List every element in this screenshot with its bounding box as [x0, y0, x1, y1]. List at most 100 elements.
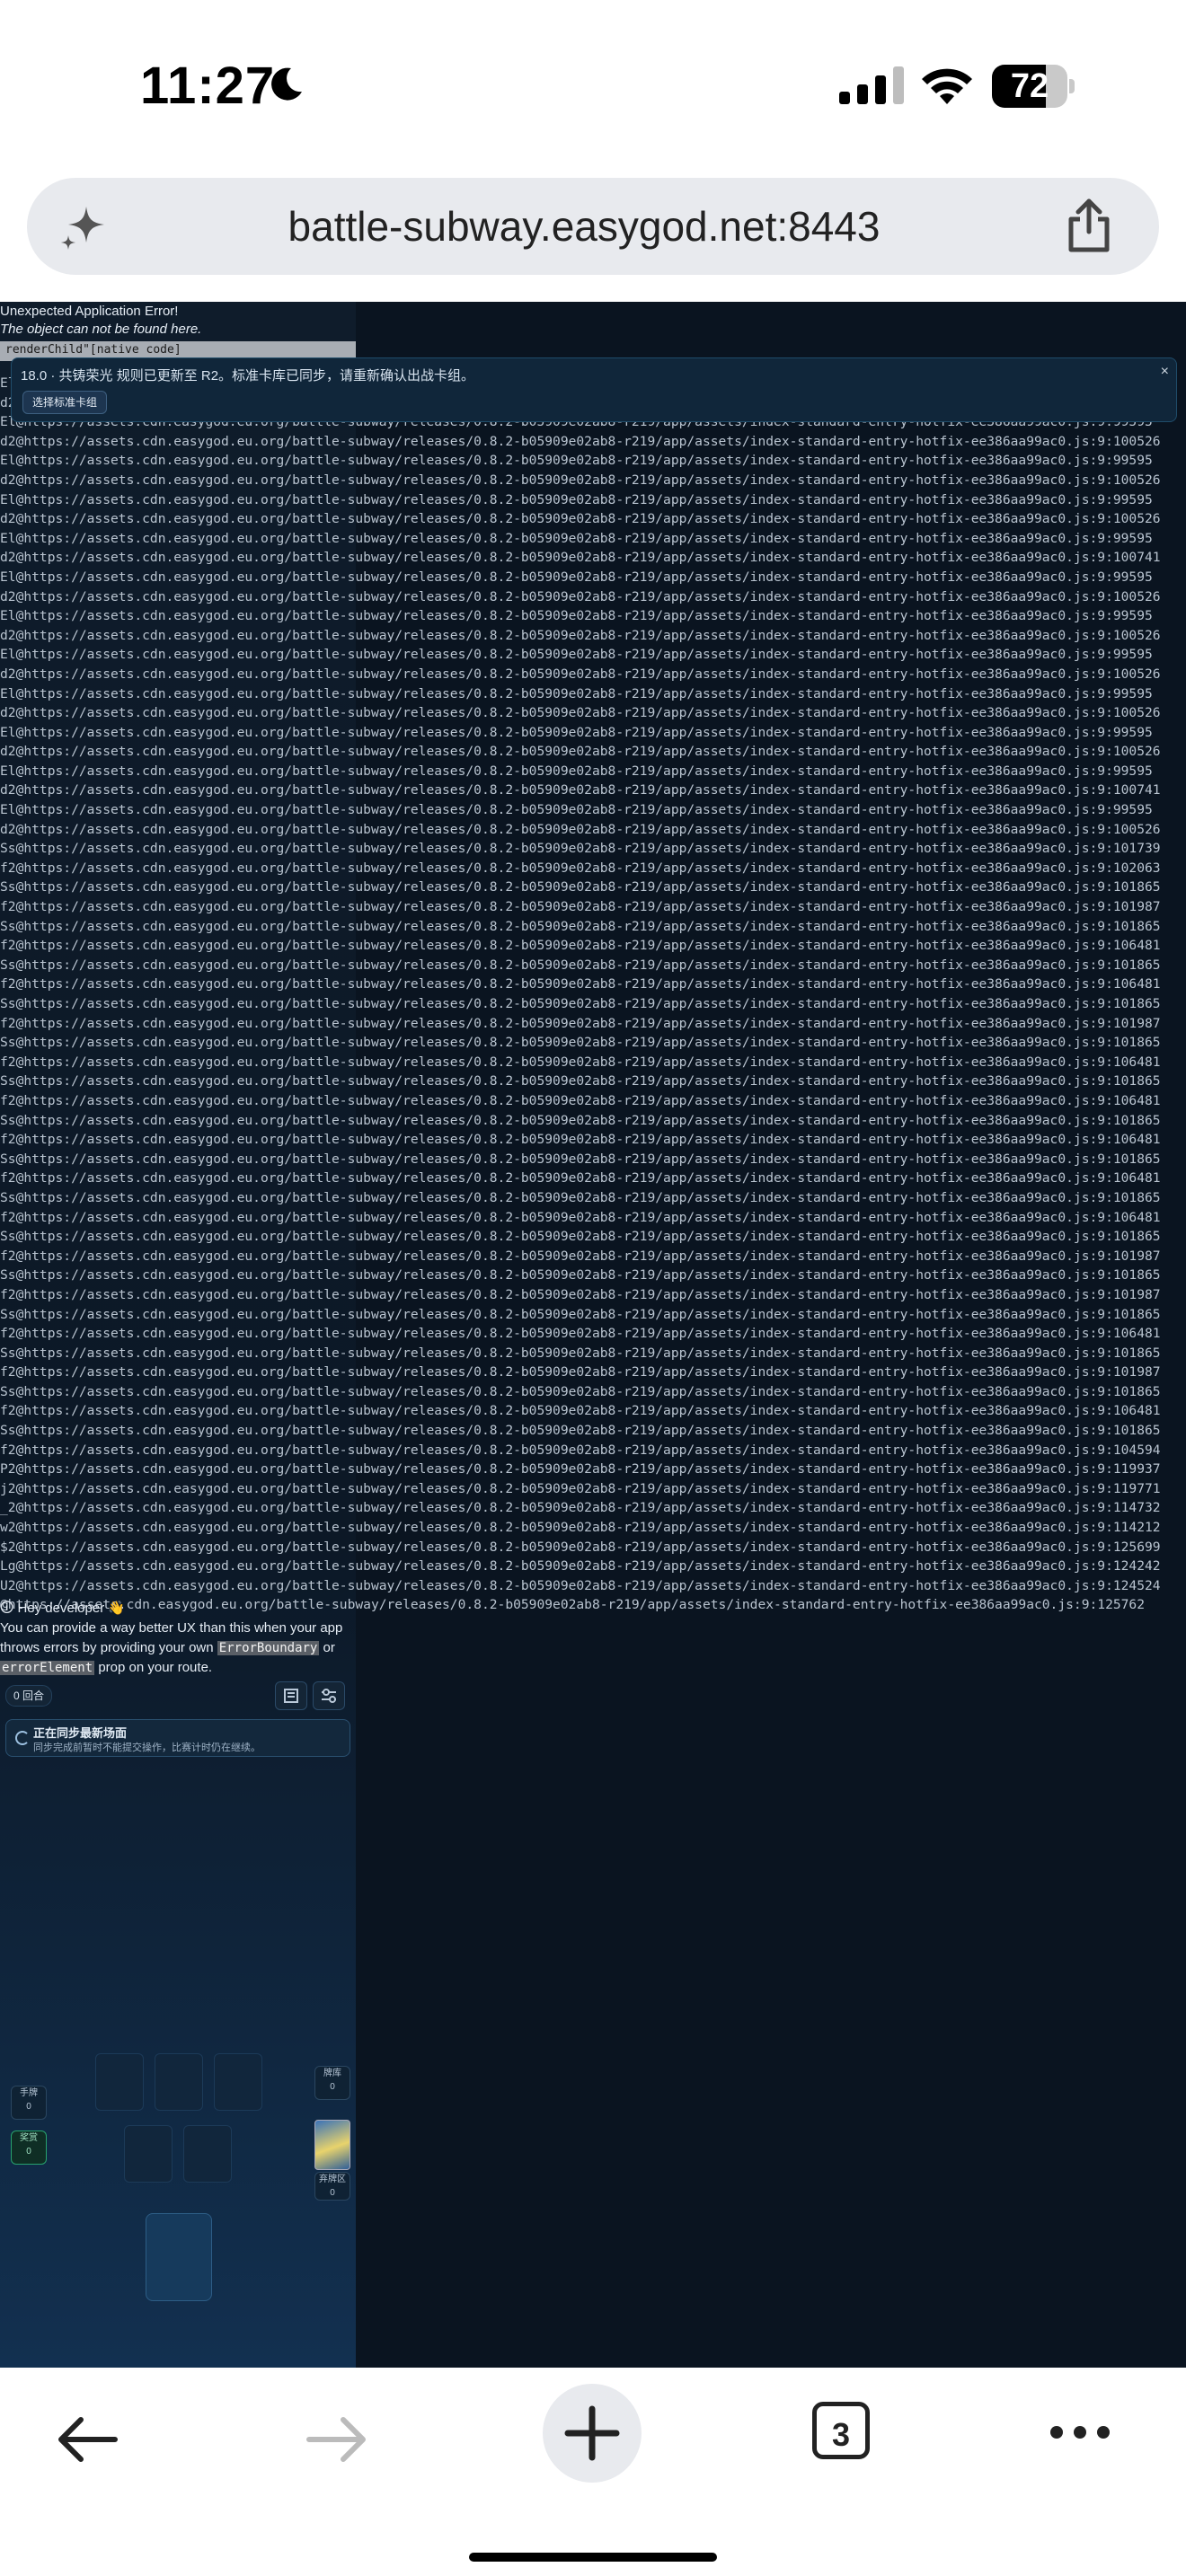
stack-line: f2@https://assets.cdn.easygod.eu.org/bat…	[0, 1170, 1161, 1187]
wifi-icon	[922, 68, 972, 104]
banner-text: 18.0 · 共铸荣光 规则已更新至 R2。标准卡库已同步，请重新确认出战卡组。	[21, 368, 475, 384]
bench-slot[interactable]	[183, 2125, 232, 2183]
new-tab-button[interactable]	[543, 2384, 642, 2483]
error-stack-trace: El@https://assets.cdn.easygod.eu.org/bat…	[0, 374, 1186, 1615]
round-chip: 0 回合	[5, 1685, 53, 1707]
stack-line: d2@https://assets.cdn.easygod.eu.org/bat…	[0, 627, 1161, 643]
discard-top-card[interactable]	[314, 2120, 350, 2170]
stack-line: f2@https://assets.cdn.easygod.eu.org/bat…	[0, 1015, 1161, 1031]
stack-line: Ss@https://assets.cdn.easygod.eu.org/bat…	[0, 1229, 1161, 1245]
stack-line: El@https://assets.cdn.easygod.eu.org/bat…	[0, 685, 1153, 701]
stack-line: d2@https://assets.cdn.easygod.eu.org/bat…	[0, 744, 1161, 760]
stack-line: f2@https://assets.cdn.easygod.eu.org/bat…	[0, 1209, 1161, 1225]
stack-line: f2@https://assets.cdn.easygod.eu.org/bat…	[0, 1054, 1161, 1070]
status-bar: 11:27 72	[0, 0, 1186, 171]
moon-icon	[271, 67, 302, 101]
stack-line: Ss@https://assets.cdn.easygod.eu.org/bat…	[0, 1112, 1161, 1128]
stack-line: _2@https://assets.cdn.easygod.eu.org/bat…	[0, 1500, 1161, 1516]
bench-slot[interactable]	[214, 2053, 262, 2111]
stack-line: f2@https://assets.cdn.easygod.eu.org/bat…	[0, 1132, 1161, 1148]
stack-line: El@https://assets.cdn.easygod.eu.org/bat…	[0, 802, 1153, 818]
stack-line: f2@https://assets.cdn.easygod.eu.org/bat…	[0, 1442, 1161, 1458]
error-message: The object can not be found here.	[0, 322, 202, 337]
stack-line: El@https://assets.cdn.easygod.eu.org/bat…	[0, 647, 1153, 663]
rules-update-banner: 18.0 · 共铸荣光 规则已更新至 R2。标准卡库已同步，请重新确认出战卡组。…	[11, 357, 1177, 422]
select-standard-deck-button[interactable]: 选择标准卡组	[22, 391, 108, 414]
stack-line: Lg@https://assets.cdn.easygod.eu.org/bat…	[0, 1558, 1161, 1575]
stack-line: Ss@https://assets.cdn.easygod.eu.org/bat…	[0, 957, 1161, 973]
stack-line: Ss@https://assets.cdn.easygod.eu.org/bat…	[0, 1189, 1161, 1205]
battery-level: 72	[1010, 67, 1049, 105]
stack-line: Ss@https://assets.cdn.easygod.eu.org/bat…	[0, 1345, 1161, 1361]
stack-line: Ss@https://assets.cdn.easygod.eu.org/bat…	[0, 879, 1161, 895]
deck-counter[interactable]: 牌库 0	[314, 2066, 350, 2100]
stack-line: f2@https://assets.cdn.easygod.eu.org/bat…	[0, 938, 1161, 954]
stack-line: d2@https://assets.cdn.easygod.eu.org/bat…	[0, 588, 1161, 604]
tab-switcher-button[interactable]: 3	[812, 2402, 870, 2459]
hand-counter[interactable]: 手牌 0	[11, 2086, 47, 2120]
address-bar[interactable]: battle-subway.easygod.net:8443	[27, 178, 1159, 275]
stack-line: f2@https://assets.cdn.easygod.eu.org/bat…	[0, 899, 1161, 915]
stack-line: f2@https://assets.cdn.easygod.eu.org/bat…	[0, 1248, 1161, 1264]
stack-line: j2@https://assets.cdn.easygod.eu.org/bat…	[0, 1480, 1161, 1496]
stack-line: Ss@https://assets.cdn.easygod.eu.org/bat…	[0, 918, 1161, 934]
stack-line: Ss@https://assets.cdn.easygod.eu.org/bat…	[0, 1383, 1161, 1399]
bench-slot[interactable]	[124, 2125, 173, 2183]
stack-line: d2@https://assets.cdn.easygod.eu.org/bat…	[0, 550, 1161, 566]
stack-line: d2@https://assets.cdn.easygod.eu.org/bat…	[0, 511, 1161, 527]
bench-slot[interactable]	[95, 2053, 144, 2111]
stack-line: d2@https://assets.cdn.easygod.eu.org/bat…	[0, 472, 1161, 488]
stack-line: w2@https://assets.cdn.easygod.eu.org/bat…	[0, 1520, 1161, 1536]
stack-line: Ss@https://assets.cdn.easygod.eu.org/bat…	[0, 1073, 1161, 1090]
developer-note: 🛈 Hey developer 👋 You can provide a way …	[0, 1599, 356, 1678]
stack-line: El@https://assets.cdn.easygod.eu.org/bat…	[0, 608, 1153, 624]
stack-line: Ss@https://assets.cdn.easygod.eu.org/bat…	[0, 841, 1161, 857]
stack-line: d2@https://assets.cdn.easygod.eu.org/bat…	[0, 821, 1161, 837]
stack-line: f2@https://assets.cdn.easygod.eu.org/bat…	[0, 976, 1161, 992]
layout-icon[interactable]	[275, 1681, 307, 1710]
close-icon[interactable]: ×	[1161, 364, 1169, 380]
stack-line: El@https://assets.cdn.easygod.eu.org/bat…	[0, 763, 1153, 779]
stack-line: $2@https://assets.cdn.easygod.eu.org/bat…	[0, 1539, 1161, 1555]
bench-slot[interactable]	[155, 2053, 203, 2111]
stack-line: Ss@https://assets.cdn.easygod.eu.org/bat…	[0, 1035, 1161, 1051]
stack-line: Ss@https://assets.cdn.easygod.eu.org/bat…	[0, 1423, 1161, 1439]
browser-toolbar: 3	[0, 2368, 1186, 2576]
web-content: Unexpected Application Error! The object…	[0, 302, 1186, 2368]
stack-line: El@https://assets.cdn.easygod.eu.org/bat…	[0, 453, 1153, 469]
prize-counter[interactable]: 奖赏 0	[11, 2130, 47, 2165]
stack-line: El@https://assets.cdn.easygod.eu.org/bat…	[0, 569, 1153, 585]
share-icon[interactable]	[1062, 198, 1116, 253]
home-indicator	[469, 2553, 717, 2562]
stack-line: f2@https://assets.cdn.easygod.eu.org/bat…	[0, 1364, 1161, 1381]
active-slot[interactable]	[146, 2213, 212, 2301]
developer-greeting: 🛈 Hey developer 👋	[0, 1601, 126, 1616]
stack-line: f2@https://assets.cdn.easygod.eu.org/bat…	[0, 1326, 1161, 1342]
stack-line: d2@https://assets.cdn.easygod.eu.org/bat…	[0, 433, 1161, 449]
stack-line: f2@https://assets.cdn.easygod.eu.org/bat…	[0, 1403, 1161, 1419]
stack-line: U2@https://assets.cdn.easygod.eu.org/bat…	[0, 1577, 1161, 1593]
discard-counter[interactable]: 弃牌区 0	[314, 2172, 350, 2201]
status-time: 11:27	[140, 57, 276, 115]
stack-line: f2@https://assets.cdn.easygod.eu.org/bat…	[0, 1286, 1161, 1302]
sync-status: 正在同步最新场面 同步完成前暂时不能提交操作，比赛计时仍在继续。	[5, 1719, 350, 1757]
stack-line: d2@https://assets.cdn.easygod.eu.org/bat…	[0, 705, 1161, 721]
sparkle-icon[interactable]	[58, 201, 110, 253]
stack-line: El@https://assets.cdn.easygod.eu.org/bat…	[0, 530, 1153, 546]
stack-line: d2@https://assets.cdn.easygod.eu.org/bat…	[0, 782, 1161, 798]
stack-line: Ss@https://assets.cdn.easygod.eu.org/bat…	[0, 1306, 1161, 1322]
forward-arrow-icon[interactable]	[305, 2416, 370, 2463]
stack-line: El@https://assets.cdn.easygod.eu.org/bat…	[0, 724, 1153, 740]
stack-line: f2@https://assets.cdn.easygod.eu.org/bat…	[0, 860, 1161, 876]
more-options-icon[interactable]	[1048, 2423, 1112, 2441]
stack-line: Ss@https://assets.cdn.easygod.eu.org/bat…	[0, 1151, 1161, 1167]
url-text[interactable]: battle-subway.easygod.net:8443	[135, 178, 1033, 275]
error-title: Unexpected Application Error!	[0, 304, 179, 319]
stack-line: Ss@https://assets.cdn.easygod.eu.org/bat…	[0, 1267, 1161, 1284]
battery-indicator: 72	[992, 65, 1075, 108]
spinner-icon	[15, 1731, 30, 1745]
plus-icon	[564, 2405, 620, 2461]
back-arrow-icon[interactable]	[54, 2416, 119, 2463]
settings-sliders-icon[interactable]	[313, 1681, 345, 1710]
stack-line: P2@https://assets.cdn.easygod.eu.org/bat…	[0, 1461, 1161, 1478]
